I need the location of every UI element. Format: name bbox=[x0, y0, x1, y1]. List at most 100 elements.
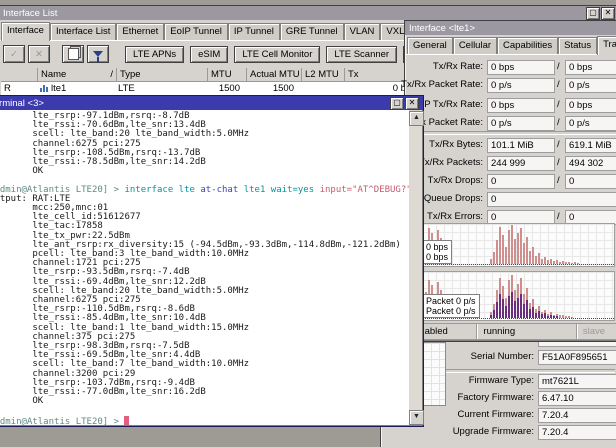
terminal-cursor bbox=[124, 416, 129, 425]
tab-vlan[interactable]: VLAN bbox=[344, 23, 381, 40]
traffic-bar-rx bbox=[547, 316, 549, 318]
interface-list-titlebar[interactable]: Interface List ▢ ✕ bbox=[0, 6, 616, 20]
routerboard-value-box[interactable]: 6.47.10 bbox=[538, 391, 616, 406]
maximize-icon[interactable]: ▢ bbox=[586, 7, 600, 20]
background-graph-panel bbox=[422, 342, 446, 406]
traffic-bar bbox=[562, 315, 564, 318]
terminal-line: OK bbox=[0, 167, 409, 176]
field-label: Tx/Rx Rate: bbox=[375, 61, 483, 72]
field-value-box[interactable]: 0 bps bbox=[487, 98, 555, 113]
field-value-box[interactable]: 101.1 MiB bbox=[487, 138, 555, 153]
row-flags-text: R bbox=[4, 83, 11, 94]
field-row-3: FP Tx/Rx Packet Rate:0 p/s/0 p/s bbox=[405, 115, 616, 131]
tab-interface-list[interactable]: Interface List bbox=[50, 23, 116, 40]
traffic-bar-rx bbox=[490, 315, 492, 318]
field-value-box[interactable]: 619.1 MiB bbox=[565, 138, 616, 153]
lte-window-titlebar[interactable]: Interface <lte1> bbox=[405, 21, 616, 35]
scroll-up-icon[interactable]: ▲ bbox=[409, 111, 424, 126]
traffic-bar bbox=[490, 259, 492, 264]
traffic-bar bbox=[508, 230, 510, 264]
field-value-box[interactable]: 0 p/s bbox=[487, 116, 555, 131]
terminal-line: lte_rssi:-77.0dBm,lte_snr:16.2dB bbox=[0, 388, 409, 397]
winbox-workspace: Interface List ▢ ✕ InterfaceInterface Li… bbox=[0, 0, 616, 447]
tab-gre-tunnel[interactable]: GRE Tunnel bbox=[280, 23, 344, 40]
tab-status[interactable]: Status bbox=[558, 37, 597, 54]
traffic-bar-rx bbox=[517, 298, 519, 318]
field-value-box[interactable]: 0 bps bbox=[565, 60, 616, 75]
field-value-box[interactable]: 0 bps bbox=[565, 98, 616, 113]
traffic-bar-rx bbox=[514, 301, 516, 318]
command-token: wait=yes bbox=[271, 185, 320, 195]
column-header-Actual MTU[interactable]: Actual MTU bbox=[247, 68, 302, 81]
field-row-7: Tx Queue Drops:0 bbox=[405, 191, 616, 207]
value-separator: / bbox=[557, 139, 560, 150]
scroll-down-icon[interactable]: ▼ bbox=[409, 410, 424, 425]
field-value-box[interactable]: 0 bps bbox=[487, 60, 555, 75]
terminal-output[interactable]: lte_rsrp:-97.1dBm,rsrq:-8.7dB lte_rssi:-… bbox=[0, 110, 409, 425]
tab-eoip-tunnel[interactable]: EoIP Tunnel bbox=[164, 23, 228, 40]
column-header-flags[interactable] bbox=[1, 68, 38, 81]
tab-capabilities[interactable]: Capabilities bbox=[497, 37, 558, 54]
traffic-bar bbox=[526, 237, 528, 264]
rate-chart-legend: 0 bps0 bps bbox=[422, 240, 452, 264]
lte-cell-monitor-button[interactable]: LTE Cell Monitor bbox=[234, 46, 320, 63]
routerboard-value-box[interactable]: F51A0F895651 bbox=[538, 350, 616, 365]
apply-check-button[interactable]: ✓ bbox=[3, 45, 25, 63]
terminal-scrollbar[interactable]: ▲ ▼ bbox=[409, 111, 422, 425]
row-actual-mtu: 1500 bbox=[243, 82, 297, 95]
close-icon[interactable]: ✕ bbox=[405, 97, 419, 110]
traffic-bar bbox=[502, 235, 504, 264]
field-value-box[interactable]: 244 999 bbox=[487, 156, 555, 171]
terminal-line: OK bbox=[0, 397, 409, 406]
field-value-box[interactable]: 0 bbox=[565, 174, 616, 189]
copy-button[interactable] bbox=[62, 45, 84, 63]
traffic-bar bbox=[559, 315, 561, 318]
esim-button[interactable]: eSIM bbox=[190, 46, 228, 63]
lte-window-title: Interface <lte1> bbox=[409, 23, 475, 34]
terminal-titlebar[interactable]: Terminal <3> ▢ ✕ bbox=[0, 96, 423, 110]
lte-apns-button[interactable]: LTE APNs bbox=[125, 46, 184, 63]
status-flag-slave: slave bbox=[577, 324, 616, 339]
tab-traffic[interactable]: Traffic bbox=[597, 36, 616, 55]
tab-cellular[interactable]: Cellular bbox=[453, 37, 497, 54]
close-icon[interactable]: ✕ bbox=[601, 7, 615, 20]
field-value-box[interactable]: 0 p/s bbox=[487, 78, 555, 93]
column-header-MTU[interactable]: MTU bbox=[208, 68, 247, 81]
row-mtu-text: 1500 bbox=[219, 83, 240, 94]
field-value-box[interactable]: 0 p/s bbox=[565, 78, 616, 93]
lte-scanner-button[interactable]: LTE Scanner bbox=[326, 46, 397, 63]
column-header-L2 MTU[interactable]: L2 MTU bbox=[302, 68, 345, 81]
routerboard-label: Upgrade Firmware: bbox=[414, 426, 534, 437]
maximize-icon[interactable]: ▢ bbox=[390, 97, 404, 110]
value-separator: / bbox=[557, 117, 560, 128]
traffic-bar bbox=[520, 228, 522, 264]
traffic-bar bbox=[547, 260, 549, 264]
traffic-bar bbox=[553, 261, 555, 264]
filter-button[interactable] bbox=[87, 45, 109, 63]
field-value-box[interactable]: 494 302 bbox=[565, 156, 616, 171]
field-value-box[interactable]: 0 p/s bbox=[565, 116, 616, 131]
terminal-line bbox=[0, 407, 409, 416]
tab-ip-tunnel[interactable]: IP Tunnel bbox=[228, 23, 280, 40]
traffic-bar bbox=[517, 233, 519, 264]
packet-chart-legend: Packet 0 p/sPacket 0 p/s bbox=[422, 294, 480, 318]
value-separator: / bbox=[557, 175, 560, 186]
tab-general[interactable]: General bbox=[407, 37, 453, 54]
column-header-Type[interactable]: Type bbox=[117, 68, 208, 81]
routerboard-value-box[interactable]: 7.20.4 bbox=[538, 425, 616, 440]
field-value-box[interactable]: 0 bbox=[487, 192, 616, 207]
routerboard-value-box[interactable]: 7.20.4 bbox=[538, 408, 616, 423]
column-header-Name[interactable]: Name/ bbox=[38, 68, 117, 81]
traffic-bar-rx bbox=[544, 313, 546, 318]
command-token: at-chat bbox=[200, 185, 243, 195]
traffic-bar bbox=[532, 247, 534, 264]
routerboard-value-box[interactable]: mt7621L bbox=[538, 374, 616, 389]
row-type: LTE bbox=[115, 82, 205, 95]
cancel-x-button[interactable]: ✕ bbox=[28, 45, 50, 63]
tab-ethernet[interactable]: Ethernet bbox=[116, 23, 164, 40]
field-value-box[interactable]: 0 bbox=[487, 174, 555, 189]
tab-interface[interactable]: Interface bbox=[1, 22, 50, 41]
traffic-bar-rx bbox=[511, 292, 513, 318]
row-flags: R bbox=[1, 82, 37, 95]
field-row-2: FP Tx/Rx Rate:0 bps/0 bps bbox=[405, 97, 616, 113]
